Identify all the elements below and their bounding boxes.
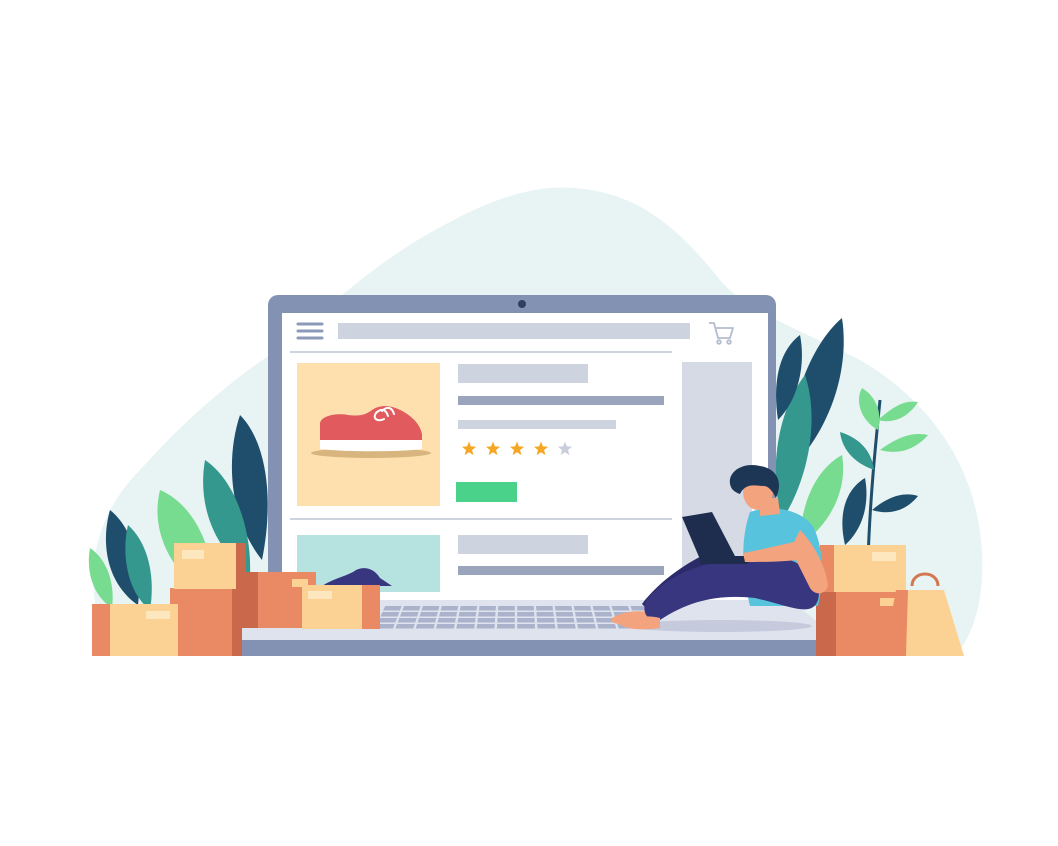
keyboard-key xyxy=(536,618,555,623)
keyboard-key xyxy=(498,606,515,611)
box-label xyxy=(308,591,332,599)
keyboard-key xyxy=(456,624,475,629)
keyboard-key xyxy=(419,612,438,617)
keyboard-key xyxy=(440,606,459,611)
keyboard-key xyxy=(497,618,515,623)
keyboard-key xyxy=(417,618,437,623)
keyboard-key xyxy=(517,618,535,623)
keyboard-key xyxy=(576,618,595,623)
keyboard-key xyxy=(557,624,576,629)
cardboard-box-icon xyxy=(170,588,240,656)
product-description xyxy=(458,420,616,429)
keyboard-key xyxy=(573,606,592,611)
keyboard-key xyxy=(478,612,496,617)
keyboard-key xyxy=(537,624,556,629)
keyboard-key xyxy=(478,606,496,611)
keyboard-key xyxy=(594,612,613,617)
keyboard-key xyxy=(574,612,593,617)
keyboard-key xyxy=(458,612,477,617)
keyboard-key xyxy=(554,606,573,611)
laptop-small-base xyxy=(700,556,748,564)
keyboard-key xyxy=(555,612,574,617)
keyboard-key xyxy=(536,606,554,611)
product-title xyxy=(458,364,588,383)
online-shopping-illustration xyxy=(88,187,983,656)
keyboard-key xyxy=(595,618,615,623)
product-subtitle xyxy=(458,566,664,575)
keyboard-key xyxy=(437,618,456,623)
keyboard-key xyxy=(457,618,476,623)
box-label xyxy=(146,611,170,619)
box-side xyxy=(92,604,110,656)
box-label xyxy=(872,552,896,561)
keyboard-key xyxy=(556,618,575,623)
keyboard-key xyxy=(380,612,400,617)
keyboard-key xyxy=(497,612,515,617)
box-side xyxy=(816,592,836,656)
keyboard-key xyxy=(439,612,458,617)
search-bar[interactable] xyxy=(338,323,690,339)
keyboard-key xyxy=(577,624,597,629)
webcam-icon xyxy=(518,300,526,308)
keyboard-key xyxy=(517,612,535,617)
laptop-front-edge xyxy=(210,640,840,656)
keyboard-key xyxy=(592,606,611,611)
keyboard-key xyxy=(435,624,455,629)
keyboard-key xyxy=(415,624,435,629)
keyboard-key xyxy=(395,624,415,629)
keyboard-key xyxy=(517,624,536,629)
keyboard-key xyxy=(476,624,495,629)
box-label xyxy=(182,550,204,559)
keyboard-key xyxy=(383,606,402,611)
keyboard-key xyxy=(397,618,417,623)
keyboard-key xyxy=(611,606,630,611)
keyboard-key xyxy=(517,606,534,611)
keyboard-key xyxy=(402,606,421,611)
keyboard-key xyxy=(459,606,478,611)
product-subtitle xyxy=(458,396,664,405)
keyboard-key xyxy=(496,624,515,629)
keyboard-key xyxy=(400,612,419,617)
keyboard-key xyxy=(421,606,440,611)
buy-button[interactable] xyxy=(456,482,517,502)
cardboard-box-icon xyxy=(174,543,236,589)
product-title xyxy=(458,535,588,554)
keyboard-key xyxy=(377,618,398,623)
keyboard-key xyxy=(536,612,554,617)
box-side xyxy=(240,572,258,628)
keyboard-key xyxy=(477,618,496,623)
box-side xyxy=(362,585,380,629)
keyboard-key xyxy=(597,624,617,629)
